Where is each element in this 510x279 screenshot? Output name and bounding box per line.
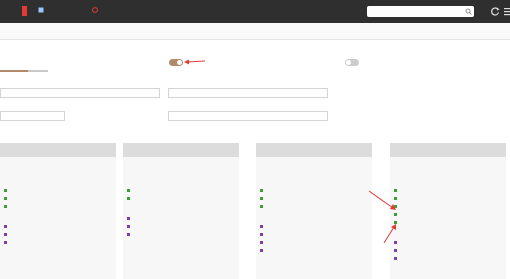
bullet-icon [127,232,130,236]
target-icon [92,7,98,13]
list-item[interactable] [260,187,265,193]
field-2-input[interactable] [168,88,328,98]
list-item[interactable] [4,231,9,237]
column-2 [123,143,239,279]
column-4 [390,143,506,279]
column-header [256,143,372,157]
annotation-arrow-1 [184,59,206,65]
bullet-icon [4,188,7,192]
list-item[interactable] [260,203,265,209]
list-item[interactable] [127,223,132,229]
list-item[interactable] [260,195,265,201]
bullet-icon [4,232,7,236]
bullet-icon [394,256,397,260]
bullet-icon [260,240,263,244]
list-item[interactable] [4,195,9,201]
column-header [123,143,239,157]
annotation-arrow-2 [368,190,396,210]
bullet-icon [4,224,7,228]
bullet-icon [4,196,7,200]
list-item[interactable] [260,239,265,245]
field-4-input[interactable] [168,111,328,121]
bookmark-icon [38,7,44,13]
list-item[interactable] [4,223,9,229]
sub-navigation [0,23,510,40]
bullet-icon [4,240,7,244]
column-header [390,143,506,157]
list-item[interactable] [4,203,9,209]
bullet-icon [260,204,263,208]
bullet-icon [260,196,263,200]
search-input[interactable] [367,6,474,17]
list-item[interactable] [4,187,9,193]
bullet-icon [127,196,130,200]
bullet-icon [127,224,130,228]
field-3-input[interactable] [0,111,65,121]
bullet-icon [260,232,263,236]
search-icon[interactable] [465,8,472,15]
bullet-icon [260,224,263,228]
column-3 [256,143,372,279]
list-item[interactable] [127,215,132,221]
annotation-arrow-3 [383,224,396,244]
menu-icon[interactable] [503,6,510,17]
field-1-input[interactable] [0,88,160,98]
list-item[interactable] [127,187,132,193]
bullet-icon [4,204,7,208]
column-body [123,157,239,279]
column-header [0,143,116,157]
bullet-icon [127,188,130,192]
list-item[interactable] [394,247,399,253]
list-item[interactable] [4,239,9,245]
toggle-2-switch[interactable] [345,59,359,66]
column-body [256,157,372,279]
toggle-1-switch[interactable] [169,59,183,66]
list-item[interactable] [260,247,265,253]
bullet-icon [394,248,397,252]
list-item[interactable] [127,231,132,237]
refresh-icon[interactable] [490,6,501,17]
column-1 [0,143,116,279]
app-logo-mark [22,6,27,16]
bullet-icon [394,212,397,216]
bullet-icon [127,216,130,220]
top-bar [0,0,510,23]
list-item[interactable] [127,195,132,201]
bullet-icon [260,248,263,252]
slider-1-fill [0,70,28,72]
list-item[interactable] [260,223,265,229]
nav-item-1[interactable] [38,7,44,16]
nav-item-2[interactable] [92,7,98,16]
bullet-icon [260,188,263,192]
list-item[interactable] [260,231,265,237]
column-body [390,157,506,279]
column-body [0,157,116,279]
list-item[interactable] [394,255,399,261]
